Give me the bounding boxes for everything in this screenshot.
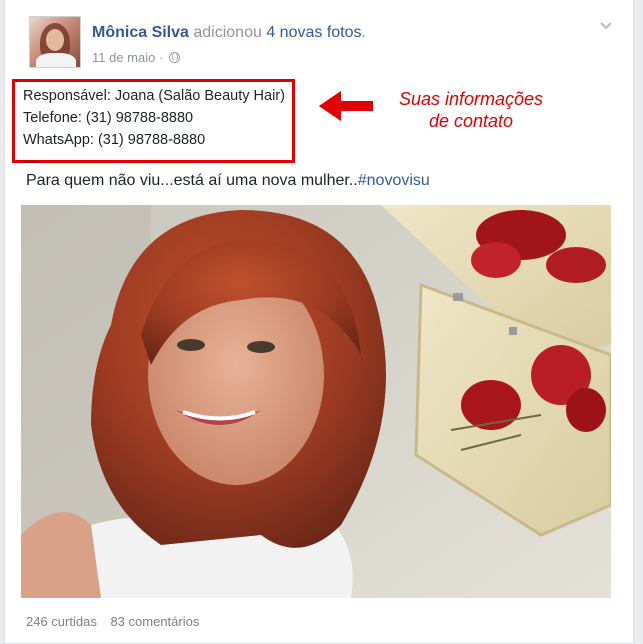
post-meta: 11 de maio · <box>92 50 180 65</box>
new-photos-link[interactable]: 4 novas fotos <box>266 24 361 41</box>
annotation-line-2: de contato <box>428 111 514 131</box>
author-avatar[interactable] <box>29 16 81 68</box>
action-text: adicionou <box>193 24 262 41</box>
date-separator: · <box>158 50 164 65</box>
chevron-down-icon[interactable] <box>599 18 613 32</box>
contact-annotation: Suas informações de contato <box>386 88 556 132</box>
hashtag-link[interactable]: #novovisu <box>358 172 430 189</box>
contact-info-box: Responsável: Joana (Salão Beauty Hair) T… <box>12 79 295 170</box>
caption-text: Para quem não viu...está aí uma nova mul… <box>26 172 358 189</box>
post-caption: Para quem não viu...está aí uma nova mul… <box>26 172 430 190</box>
post-photo[interactable] <box>21 205 611 598</box>
contact-responsible: Responsável: Joana (Salão Beauty Hair) <box>23 88 285 104</box>
selfie-photo-illustration <box>21 205 611 598</box>
globe-icon[interactable] <box>168 52 180 63</box>
avatar-face <box>46 29 64 51</box>
post-date-link[interactable]: 11 de maio <box>92 50 155 65</box>
author-name-link[interactable]: Mônica Silva <box>92 24 189 41</box>
action-suffix: . <box>361 24 366 41</box>
contact-phone: Telefone: (31) 98788-8880 <box>23 110 194 126</box>
annotation-line-1: Suas informações <box>398 89 544 109</box>
avatar-shirt <box>36 53 76 67</box>
post-stats: 246 curtidas 83 comentários <box>26 614 199 629</box>
left-arrow-icon <box>316 88 375 124</box>
comments-count-link[interactable]: 83 comentários <box>110 614 199 629</box>
likes-count-link[interactable]: 246 curtidas <box>26 614 97 629</box>
post-header: Mônica Silva adicionou 4 novas fotos. <box>92 24 366 42</box>
contact-separator: --- <box>23 154 38 170</box>
contact-whatsapp: WhatsApp: (31) 98788-8880 <box>23 132 206 148</box>
